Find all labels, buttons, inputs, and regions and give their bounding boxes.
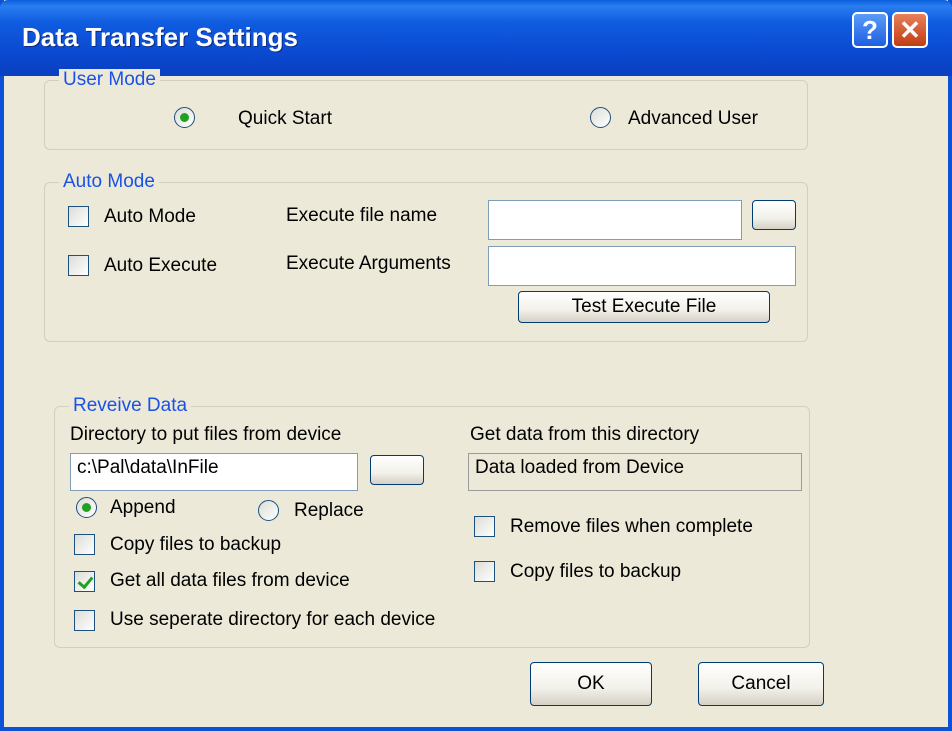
title-bar[interactable]: Data Transfer Settings ? ✕	[0, 0, 952, 76]
ok-label: OK	[577, 673, 605, 694]
cancel-button[interactable]: Cancel	[698, 662, 824, 706]
remove-files-checkbox[interactable]	[474, 516, 495, 537]
get-from-label: Get data from this directory	[470, 424, 700, 445]
directory-label: Directory to put files from device	[70, 424, 342, 445]
test-execute-file-label: Test Execute File	[571, 296, 717, 317]
close-button[interactable]: ✕	[892, 12, 928, 48]
quick-start-label[interactable]: Quick Start	[238, 108, 332, 130]
cancel-label: Cancel	[731, 673, 791, 694]
get-from-field: Data loaded from Device	[468, 453, 802, 491]
append-label[interactable]: Append	[110, 497, 176, 519]
remove-files-label[interactable]: Remove files when complete	[510, 516, 753, 538]
execute-arguments-label: Execute Arguments	[286, 253, 451, 274]
execute-file-name-label: Execute file name	[286, 205, 438, 226]
copy-backup-right-label[interactable]: Copy files to backup	[510, 561, 681, 583]
auto-mode-legend: Auto Mode	[59, 171, 159, 193]
user-mode-legend: User Mode	[59, 69, 160, 91]
get-all-checkbox[interactable]	[74, 571, 95, 592]
get-all-label[interactable]: Get all data files from device	[110, 570, 350, 592]
separate-dir-label[interactable]: Use seperate directory for each device	[110, 609, 435, 631]
execute-file-name-input[interactable]	[488, 200, 742, 240]
directory-input[interactable]: c:\Pal\data\InFile	[70, 453, 358, 491]
advanced-user-radio[interactable]	[590, 107, 611, 128]
copy-backup-left-checkbox[interactable]	[74, 534, 95, 555]
auto-mode-checkbox[interactable]	[68, 206, 89, 227]
window-title: Data Transfer Settings	[22, 22, 298, 52]
append-radio[interactable]	[76, 497, 97, 518]
test-execute-file-button[interactable]: Test Execute File	[518, 291, 770, 323]
copy-backup-right-checkbox[interactable]	[474, 561, 495, 582]
auto-execute-checkbox[interactable]	[68, 255, 89, 276]
directory-browse-button[interactable]	[370, 455, 424, 485]
dialog-window: Data Transfer Settings ? ✕ User Mode Qui…	[0, 0, 952, 731]
ok-button[interactable]: OK	[530, 662, 652, 706]
auto-execute-label[interactable]: Auto Execute	[104, 255, 217, 277]
replace-label[interactable]: Replace	[294, 500, 364, 522]
receive-data-legend: Reveive Data	[69, 395, 192, 417]
advanced-user-label[interactable]: Advanced User	[628, 108, 758, 130]
replace-radio[interactable]	[258, 500, 279, 521]
execute-file-browse-button[interactable]	[752, 200, 796, 230]
execute-arguments-input[interactable]	[488, 246, 796, 286]
help-button[interactable]: ?	[852, 12, 888, 48]
separate-dir-checkbox[interactable]	[74, 610, 95, 631]
quick-start-radio[interactable]	[174, 107, 195, 128]
auto-mode-label[interactable]: Auto Mode	[104, 206, 196, 228]
copy-backup-left-label[interactable]: Copy files to backup	[110, 534, 281, 556]
help-icon: ?	[862, 14, 878, 45]
close-icon: ✕	[899, 14, 921, 45]
